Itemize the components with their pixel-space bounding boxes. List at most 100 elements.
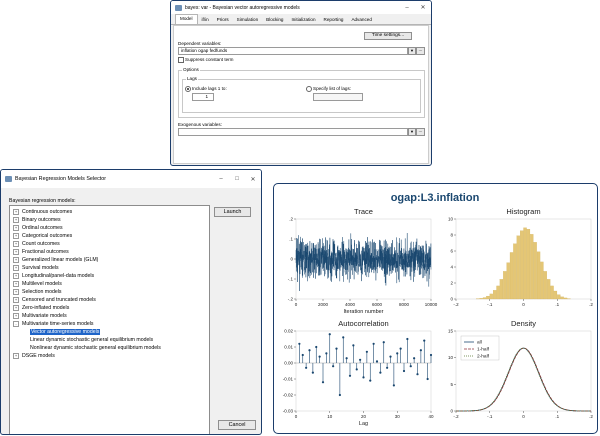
y-tick-label: 6 bbox=[450, 249, 453, 254]
acf-point bbox=[352, 344, 355, 347]
specify-lags-radio[interactable] bbox=[306, 86, 312, 92]
x-tick-label: 10 bbox=[327, 414, 333, 419]
tree-item[interactable]: + Survival models bbox=[13, 264, 59, 272]
graph-title: ogap:L3.inflation bbox=[391, 192, 480, 204]
tree-item[interactable]: + Fractional outcomes bbox=[13, 248, 69, 256]
acf-point bbox=[338, 393, 341, 397]
tree-item-label: Binary outcomes bbox=[22, 217, 61, 223]
tab-initialization[interactable]: Initialization bbox=[288, 16, 320, 24]
acf-point bbox=[389, 355, 392, 358]
tree-item[interactable]: + Generalized linear models (GLM) bbox=[13, 256, 98, 264]
tree-item[interactable]: - Multivariate time-series models bbox=[13, 320, 94, 328]
tree-item[interactable]: + Selection models bbox=[13, 288, 62, 296]
close-icon[interactable]: ✕ bbox=[415, 4, 431, 11]
acf-point bbox=[392, 384, 395, 387]
suppress-constant-checkbox[interactable] bbox=[178, 57, 184, 63]
tree-item[interactable]: + Multivariate models bbox=[13, 312, 67, 320]
y-tick-label: 10 bbox=[448, 217, 454, 222]
include-lags-radio[interactable] bbox=[185, 86, 191, 92]
tab-reporting[interactable]: Reporting bbox=[320, 16, 348, 24]
tree-item[interactable]: + Categorical outcomes bbox=[13, 232, 72, 240]
tree-item[interactable]: Vector autoregressive models bbox=[30, 328, 101, 336]
tree-item[interactable]: Linear dynamic stochastic general equili… bbox=[30, 336, 153, 344]
expand-icon[interactable]: + bbox=[13, 240, 19, 247]
y-tick-label: 0 bbox=[450, 297, 453, 302]
launch-button[interactable]: Launch bbox=[214, 207, 251, 217]
y-tick-label: -0.01 bbox=[283, 377, 294, 382]
expand-icon[interactable]: + bbox=[13, 248, 19, 255]
tab-model[interactable]: Model bbox=[175, 14, 198, 24]
tree-item-label: DSGE models bbox=[22, 353, 55, 359]
histogram-bar bbox=[506, 262, 510, 300]
cancel-button[interactable]: Cancel bbox=[218, 420, 256, 430]
expand-icon[interactable]: + bbox=[13, 288, 19, 295]
expand-icon[interactable]: + bbox=[13, 216, 19, 223]
y-tick-label: -.2 bbox=[288, 297, 294, 302]
collapse-icon[interactable]: - bbox=[13, 320, 19, 327]
tree-item[interactable]: + DSGE models bbox=[13, 352, 55, 360]
exog-dropdown-button[interactable]: ▼ bbox=[408, 128, 416, 136]
tree-item[interactable]: + Count outcomes bbox=[13, 240, 60, 248]
dep-vars-dropdown-button[interactable]: ▼ bbox=[408, 47, 416, 55]
x-tick-label: .1 bbox=[555, 414, 559, 419]
dep-vars-browse-button[interactable]: ... bbox=[416, 47, 425, 55]
expand-icon[interactable]: + bbox=[13, 272, 19, 279]
expand-icon[interactable]: + bbox=[13, 208, 19, 215]
dependent-variables-field[interactable]: inflation ogap fedfunds bbox=[178, 47, 408, 55]
histogram-bar bbox=[550, 285, 554, 300]
x-tick-label: 2000 bbox=[318, 302, 329, 307]
graph-window: ogap:L3.inflation Trace 0 2000 4000 6000 8000… bbox=[273, 183, 598, 434]
acf-point bbox=[335, 347, 338, 350]
density-panel: Density -.2 -.1 0 .1 .2 0 5 10 15 all1-half2-half bbox=[448, 319, 593, 419]
y-tick-label: .2 bbox=[289, 217, 293, 222]
tree-item[interactable]: + Ordinal outcomes bbox=[13, 224, 63, 232]
tab-blocking[interactable]: Blocking bbox=[262, 16, 287, 24]
y-tick-label: 0 bbox=[290, 257, 293, 262]
tree-item[interactable]: + Longitudinal/panel-data models bbox=[13, 272, 94, 280]
specify-lags-field[interactable] bbox=[313, 93, 363, 101]
tree-item[interactable]: + Multilevel models bbox=[13, 280, 62, 288]
lags-spinner[interactable]: 1 bbox=[192, 93, 214, 101]
expand-icon[interactable]: + bbox=[13, 304, 19, 311]
tree-item[interactable]: + Censored and truncated models bbox=[13, 296, 96, 304]
y-tick-label: 0 bbox=[450, 409, 453, 414]
minimize-icon[interactable]: – bbox=[399, 5, 415, 11]
expand-icon[interactable]: + bbox=[13, 280, 19, 287]
tree-item-label: Censored and truncated models bbox=[22, 297, 96, 303]
histogram-bar bbox=[503, 271, 507, 300]
expand-icon[interactable]: + bbox=[13, 232, 19, 239]
time-settings-button[interactable]: Time settings... bbox=[364, 32, 412, 40]
tab-priors[interactable]: Priors bbox=[213, 16, 233, 24]
acf-point bbox=[426, 377, 429, 381]
tree-item[interactable]: + Binary outcomes bbox=[13, 216, 61, 224]
acf-point bbox=[365, 350, 368, 353]
acf-point bbox=[423, 339, 426, 342]
acf-point bbox=[355, 368, 358, 371]
tree-item-label: Vector autoregressive models bbox=[30, 329, 101, 335]
close-icon[interactable]: ✕ bbox=[245, 176, 261, 183]
acf-point bbox=[369, 379, 372, 382]
exogenous-variables-field[interactable] bbox=[178, 128, 408, 136]
tree-item[interactable]: + Zero-inflated models bbox=[13, 304, 69, 312]
acf-point bbox=[332, 365, 335, 368]
expand-icon[interactable]: + bbox=[13, 224, 19, 231]
tree-item[interactable]: Nonlinear dynamic stochastic general equ… bbox=[30, 344, 161, 352]
selector-title: Bayesian Regression Models Selector bbox=[15, 176, 107, 182]
model-tree[interactable]: + Continuous outcomes + Binary outcomes + Ord… bbox=[9, 205, 210, 434]
tab-advanced[interactable]: Advanced bbox=[347, 16, 375, 24]
expand-icon[interactable]: + bbox=[13, 312, 19, 319]
tree-item[interactable]: + Continuous outcomes bbox=[13, 208, 72, 216]
tab-if-in[interactable]: if/in bbox=[198, 16, 213, 24]
expand-icon[interactable]: + bbox=[13, 296, 19, 303]
exog-browse-button[interactable]: ... bbox=[416, 128, 425, 136]
histogram-bar bbox=[540, 261, 544, 300]
minimize-icon[interactable]: – bbox=[213, 176, 229, 182]
maximize-icon[interactable]: □ bbox=[229, 176, 245, 182]
histogram-bar bbox=[526, 229, 531, 300]
tab-simulation[interactable]: Simulation bbox=[233, 16, 262, 24]
expand-icon[interactable]: + bbox=[13, 264, 19, 271]
y-tick-label: 10 bbox=[448, 355, 454, 360]
expand-icon[interactable]: + bbox=[13, 256, 19, 263]
expand-icon[interactable]: + bbox=[13, 352, 19, 359]
acf-point bbox=[321, 381, 325, 384]
